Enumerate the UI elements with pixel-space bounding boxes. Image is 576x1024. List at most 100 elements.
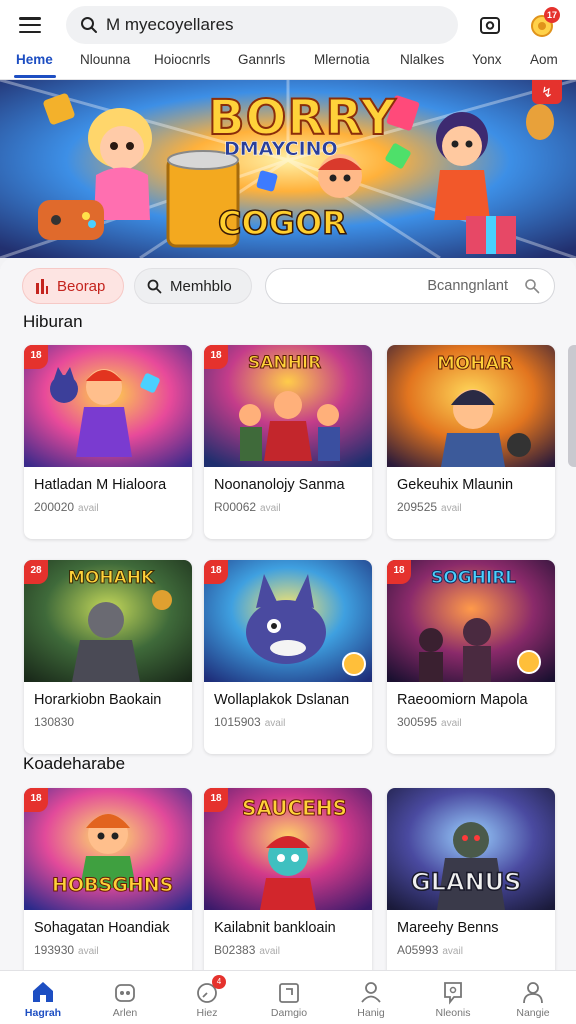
- menu-button[interactable]: [0, 0, 60, 50]
- notifications-button[interactable]: 17: [526, 7, 560, 41]
- nav-item-games[interactable]: Arlen: [84, 971, 166, 1024]
- tab-7[interactable]: Yonx: [472, 52, 502, 67]
- game-plays: 200020: [34, 500, 75, 514]
- game-card[interactable]: 18 Hatladan M Hialoora 200020 avail: [24, 345, 192, 539]
- promo-flag[interactable]: ↯: [532, 80, 562, 104]
- game-plays: 130830: [34, 715, 75, 729]
- game-sub: avail: [260, 503, 281, 514]
- thumb-title: MOHAHK: [67, 568, 155, 589]
- user-icon: [523, 982, 543, 1004]
- gamepad-icon: [115, 984, 135, 1002]
- bottom-navigation: Hagrah Arlen 4 Hiez Damgio Hanig Nleonis…: [0, 970, 576, 1024]
- game-meta: 1015903 avail: [214, 715, 285, 729]
- section-title-1: Hiburan: [23, 312, 83, 331]
- age-badge: 18: [204, 345, 228, 369]
- game-plays: R00062: [214, 500, 257, 514]
- game-sub: avail: [264, 718, 286, 729]
- home-icon: [33, 982, 53, 1002]
- nav-label: Hanig: [357, 1007, 385, 1019]
- game-card[interactable]: SOGHIRL 18 Raeoomiorn Mapola 300595 avail: [387, 560, 555, 754]
- game-sub: avail: [78, 946, 99, 957]
- section-title-2: Koadeharabe: [23, 754, 126, 773]
- game-card[interactable]: MOHAHK 28 Horarkiobn Baokain 130830: [24, 560, 192, 754]
- thumb-title: GLANUS: [410, 867, 522, 897]
- search-input[interactable]: M myecoyellares: [106, 15, 234, 35]
- game-card[interactable]: SAUCEHS 18 Kailabnit bankloain B02383 ava…: [204, 788, 372, 970]
- category-tabs: Heme Nlounna Hoiocnrls Gannrls Mlernotia…: [0, 50, 576, 80]
- message-icon: [444, 982, 462, 1005]
- game-thumbnail: [204, 560, 372, 682]
- game-meta: 300595 avail: [397, 715, 462, 729]
- age-badge: 18: [204, 788, 228, 812]
- age-badge: 28: [24, 560, 48, 584]
- game-meta: 209525 avail: [397, 500, 462, 514]
- people-icon: [361, 982, 381, 1003]
- filter-chip-secondary[interactable]: Memhblo: [134, 268, 252, 304]
- game-card[interactable]: MOHAR Gekeuhix Mlaunin 209525 avail: [387, 345, 555, 539]
- search-icon: [147, 279, 162, 293]
- nav-label: Hiez: [196, 1007, 218, 1019]
- tab-2[interactable]: Nlounna: [80, 52, 130, 67]
- filter-chip-secondary-label: Memhblo: [170, 277, 232, 295]
- chart-icon: [36, 279, 48, 294]
- game-title: Mareehy Benns: [397, 920, 499, 936]
- nav-item-recent[interactable]: 4 Hiez: [166, 971, 248, 1024]
- gift-icon: [279, 983, 299, 1003]
- thumb-title: SANHIR: [247, 353, 322, 374]
- game-plays: 209525: [397, 500, 438, 514]
- nav-label: Nangie: [516, 1007, 550, 1019]
- nav-label: Hagrah: [24, 1007, 62, 1019]
- game-sub: avail: [442, 946, 463, 957]
- filter-chip-primary[interactable]: Beorap: [22, 268, 124, 304]
- tab-home[interactable]: Heme: [16, 52, 53, 67]
- nav-item-home[interactable]: Hagrah: [2, 971, 84, 1024]
- nav-item-friends[interactable]: Hanig: [330, 971, 412, 1024]
- game-title: Raeoomiorn Mapola: [397, 692, 528, 708]
- game-meta: 130830: [34, 715, 78, 729]
- thumb-title: MOHAR: [436, 353, 514, 375]
- nav-label: Nleonis: [435, 1007, 471, 1019]
- game-card[interactable]: SANHIR 18 Noonanolojy Sanma R00062 avail: [204, 345, 372, 539]
- gift-box-button[interactable]: [474, 9, 506, 41]
- game-meta: A05993 avail: [397, 943, 463, 957]
- banner-footer-text: COGOR: [217, 203, 347, 243]
- nav-label: Arlen: [112, 1007, 138, 1019]
- game-card[interactable]: HOBSGHNS 18 Sohagatan Hoandiak 193930 ava…: [24, 788, 192, 970]
- thumb-title: SAUCEHS: [242, 796, 348, 821]
- hero-banner[interactable]: BORRY DMAYCINO COGOR ↯: [0, 80, 576, 258]
- game-title: Hatladan M Hialoora: [34, 477, 167, 493]
- tab-8[interactable]: Aom: [530, 52, 558, 67]
- tab-5[interactable]: Mlernotia: [314, 52, 370, 67]
- game-sub: avail: [441, 503, 462, 514]
- nav-item-profile[interactable]: Nangie: [492, 971, 574, 1024]
- box-icon: [480, 17, 500, 34]
- search-bar[interactable]: M myecoyellares: [66, 6, 458, 44]
- game-sub: avail: [441, 718, 462, 729]
- main-content: Beorap Memhblo Bcanngnlant Hiburan 18 Ha…: [0, 258, 576, 970]
- game-title: Noonanolojy Sanma: [214, 477, 345, 493]
- game-title: Kailabnit bankloain: [214, 920, 336, 936]
- filter-chip-primary-label: Beorap: [57, 277, 106, 295]
- game-card[interactable]: GLANUS Mareehy Benns A05993 avail: [387, 788, 555, 970]
- filter-search-input[interactable]: Bcanngnlant: [265, 268, 555, 304]
- game-thumbnail: [24, 345, 192, 467]
- age-badge: 18: [24, 788, 48, 812]
- hamburger-icon: [19, 17, 41, 33]
- search-icon: [525, 279, 540, 294]
- tab-4[interactable]: Gannrls: [238, 52, 285, 67]
- game-meta: 193930 avail: [34, 943, 99, 957]
- nav-item-gifts[interactable]: Damgio: [248, 971, 330, 1024]
- game-plays: 193930: [34, 943, 75, 957]
- game-sub: avail: [259, 946, 280, 957]
- banner-subtitle: DMAYCINO: [224, 138, 338, 161]
- tab-6[interactable]: Nlalkes: [400, 52, 444, 67]
- age-badge: 18: [204, 560, 228, 584]
- search-icon: [81, 17, 97, 33]
- filter-search-value: Bcanngnlant: [427, 278, 508, 294]
- game-plays: A05993: [397, 943, 439, 957]
- tab-3[interactable]: Hoiocnrls: [154, 52, 210, 67]
- game-card[interactable]: 18 Wollaplakok Dslanan 1015903 avail: [204, 560, 372, 754]
- nav-label: Damgio: [270, 1007, 308, 1019]
- age-badge: 18: [387, 560, 411, 584]
- nav-item-messages[interactable]: Nleonis: [412, 971, 494, 1024]
